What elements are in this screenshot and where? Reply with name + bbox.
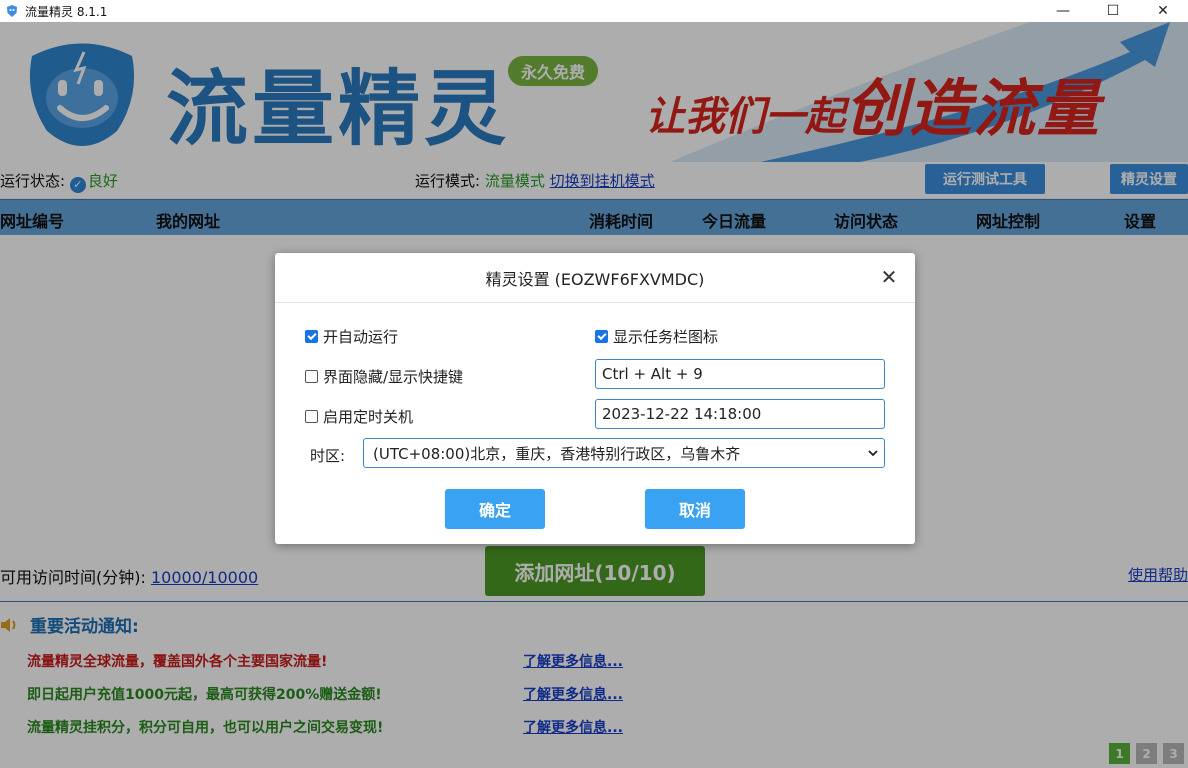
- chevron-down-icon: [868, 450, 878, 457]
- minimize-button[interactable]: —: [1038, 0, 1088, 22]
- hotkey-checkbox[interactable]: [305, 370, 318, 383]
- hotkey-option[interactable]: 界面隐藏/显示快捷键: [305, 366, 463, 387]
- shutdown-option[interactable]: 启用定时关机: [305, 406, 413, 427]
- auto-run-label: 开自动运行: [323, 328, 399, 346]
- maximize-button[interactable]: ☐: [1088, 0, 1138, 22]
- hotkey-input[interactable]: Ctrl + Alt + 9: [595, 359, 885, 389]
- shutdown-checkbox[interactable]: [305, 410, 318, 423]
- app-shield-icon: [7, 5, 17, 17]
- shutdown-time-input[interactable]: 2023-12-22 14:18:00: [595, 399, 885, 429]
- auto-run-checkbox[interactable]: [305, 330, 318, 343]
- hotkey-label: 界面隐藏/显示快捷键: [323, 368, 464, 386]
- settings-dialog: 精灵设置 (EOZWF6FXVMDC) ✕ 开自动运行 显示任务栏图标 界面隐藏…: [275, 253, 915, 544]
- cancel-button[interactable]: 取消: [645, 489, 745, 529]
- taskbar-icon-checkbox[interactable]: [595, 330, 608, 343]
- timezone-label: 时区:: [310, 447, 346, 465]
- shutdown-label: 启用定时关机: [323, 408, 414, 426]
- close-icon[interactable]: ✕: [877, 265, 901, 289]
- window-controls: — ☐ ✕: [1038, 0, 1188, 22]
- window-title: 流量精灵 8.1.1: [25, 4, 108, 19]
- taskbar-icon-label: 显示任务栏图标: [613, 328, 719, 346]
- timezone-select[interactable]: (UTC+08:00)北京，重庆，香港特别行政区，乌鲁木齐: [363, 438, 885, 468]
- title-bar: 流量精灵 8.1.1 — ☐ ✕: [0, 0, 1188, 22]
- dialog-title: 精灵设置 (EOZWF6FXVMDC): [275, 253, 915, 303]
- auto-run-option[interactable]: 开自动运行: [305, 326, 398, 347]
- ok-button[interactable]: 确定: [445, 489, 545, 529]
- timezone-value: (UTC+08:00)北京，重庆，香港特别行政区，乌鲁木齐: [373, 444, 741, 463]
- taskbar-icon-option[interactable]: 显示任务栏图标: [595, 326, 718, 347]
- close-window-button[interactable]: ✕: [1138, 0, 1188, 22]
